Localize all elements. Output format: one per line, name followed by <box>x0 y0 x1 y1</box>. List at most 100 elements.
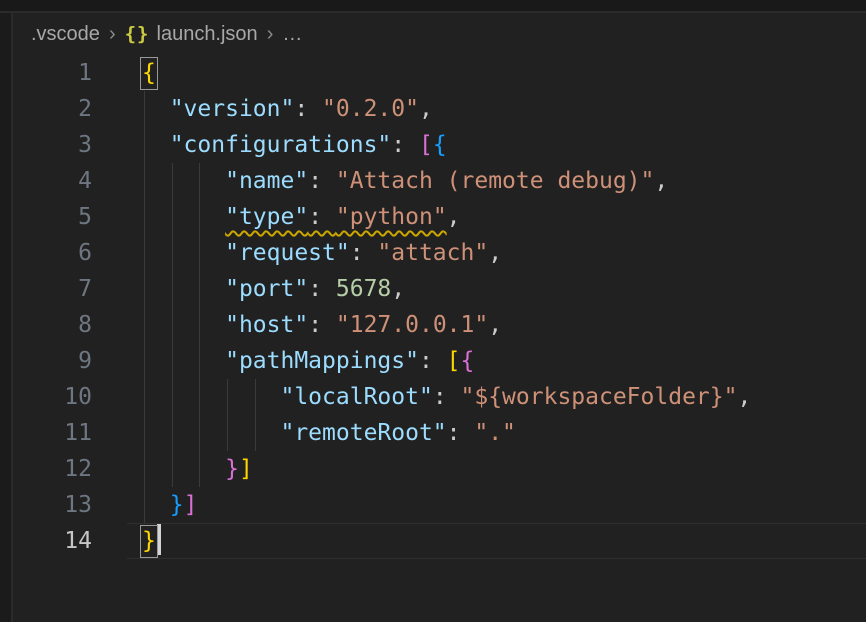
code-line[interactable]: 9 "pathMappings": [{ <box>0 343 866 379</box>
code-token: : <box>350 240 378 266</box>
code-token: : <box>419 348 447 374</box>
code-line-text: { <box>142 55 156 91</box>
code-token: : <box>391 132 419 158</box>
code-token: , <box>488 240 502 266</box>
code-token: "127.0.0.1" <box>336 312 488 338</box>
chevron-right-icon: › <box>109 23 116 45</box>
code-token: ] <box>184 492 198 518</box>
code-line[interactable]: 13 }] <box>0 487 866 523</box>
code-token: "version" <box>170 96 295 122</box>
code-line-text: "configurations": [{ <box>142 127 447 163</box>
breadcrumb-symbol[interactable]: … <box>282 23 302 45</box>
code-token: [ <box>447 348 461 374</box>
code-token: "0.2.0" <box>322 96 419 122</box>
code-line-text: "localRoot": "${workspaceFolder}", <box>142 379 751 415</box>
code-token: "port" <box>225 276 308 302</box>
code-token: { <box>433 132 447 158</box>
code-token: "host" <box>225 312 308 338</box>
code-line[interactable]: 14} <box>0 523 866 559</box>
line-number[interactable]: 10 <box>0 379 92 415</box>
code-token <box>142 240 225 266</box>
code-token: : <box>447 420 475 446</box>
code-token <box>142 492 170 518</box>
code-line-text: "host": "127.0.0.1", <box>142 307 502 343</box>
code-token <box>142 204 225 230</box>
code-token: { <box>461 348 475 374</box>
code-token: , <box>419 96 433 122</box>
json-braces-icon: {} <box>125 23 150 45</box>
code-token: ] <box>239 456 253 482</box>
code-token: [ <box>419 132 433 158</box>
code-token: , <box>654 168 668 194</box>
code-line-text: }] <box>142 451 253 487</box>
line-number[interactable]: 5 <box>0 199 92 235</box>
code-line[interactable]: 2 "version": "0.2.0", <box>0 91 866 127</box>
code-line[interactable]: 1{ <box>0 55 866 91</box>
chevron-right-icon: › <box>267 23 274 45</box>
breadcrumb: .vscode › {} launch.json › … <box>31 13 302 55</box>
code-token: : <box>308 312 336 338</box>
code-token: "remoteRoot" <box>280 420 446 446</box>
breadcrumb-file[interactable]: launch.json <box>157 23 258 45</box>
code-token: , <box>737 384 751 410</box>
code-line[interactable]: 4 "name": "Attach (remote debug)", <box>0 163 866 199</box>
code-line[interactable]: 11 "remoteRoot": "." <box>0 415 866 451</box>
code-token: "type" <box>225 204 308 230</box>
code-line[interactable]: 5 "type": "python", <box>0 199 866 235</box>
code-token <box>142 312 225 338</box>
text-cursor <box>157 524 161 555</box>
line-number[interactable]: 6 <box>0 235 92 271</box>
code-token: "request" <box>225 240 350 266</box>
code-editor[interactable]: 1{2 "version": "0.2.0",3 "configurations… <box>0 55 866 622</box>
line-number[interactable]: 14 <box>0 523 92 559</box>
code-token <box>142 456 225 482</box>
code-line-text: "pathMappings": [{ <box>142 343 474 379</box>
line-number[interactable]: 13 <box>0 487 92 523</box>
line-number[interactable]: 12 <box>0 451 92 487</box>
code-token: : <box>294 96 322 122</box>
code-line[interactable]: 3 "configurations": [{ <box>0 127 866 163</box>
code-line[interactable]: 8 "host": "127.0.0.1", <box>0 307 866 343</box>
code-line-text: } <box>142 523 161 559</box>
code-line[interactable]: 12 }] <box>0 451 866 487</box>
code-token <box>142 420 280 446</box>
code-token: "localRoot" <box>280 384 432 410</box>
line-number[interactable]: 1 <box>0 55 92 91</box>
matched-bracket: { <box>142 60 156 86</box>
code-token: , <box>391 276 405 302</box>
code-token: } <box>170 492 184 518</box>
code-token <box>142 132 170 158</box>
code-token: } <box>225 456 239 482</box>
code-token: "Attach (remote debug)" <box>336 168 655 194</box>
code-token <box>142 96 170 122</box>
line-number[interactable]: 11 <box>0 415 92 451</box>
code-token: : <box>308 168 336 194</box>
code-token <box>142 384 280 410</box>
code-token: : <box>308 204 336 230</box>
vscode-window: { "breadcrumb": { "folder": ".vscode", "… <box>0 0 866 622</box>
code-line[interactable]: 6 "request": "attach", <box>0 235 866 271</box>
code-line-text: "type": "python", <box>142 199 461 235</box>
code-token: : <box>433 384 461 410</box>
code-token: : <box>308 276 336 302</box>
code-line-text: "name": "Attach (remote debug)", <box>142 163 668 199</box>
code-token <box>142 276 225 302</box>
line-number[interactable]: 7 <box>0 271 92 307</box>
line-number[interactable]: 8 <box>0 307 92 343</box>
code-token: "configurations" <box>170 132 392 158</box>
line-number[interactable]: 2 <box>0 91 92 127</box>
line-number[interactable]: 3 <box>0 127 92 163</box>
code-line-text: "remoteRoot": "." <box>142 415 516 451</box>
line-number[interactable]: 9 <box>0 343 92 379</box>
line-number[interactable]: 4 <box>0 163 92 199</box>
code-token: 5678 <box>336 276 391 302</box>
code-line[interactable]: 7 "port": 5678, <box>0 271 866 307</box>
breadcrumb-folder[interactable]: .vscode <box>31 23 100 45</box>
code-token: "pathMappings" <box>225 348 419 374</box>
code-token: "python" <box>336 204 447 230</box>
code-line[interactable]: 10 "localRoot": "${workspaceFolder}", <box>0 379 866 415</box>
code-token: "." <box>474 420 516 446</box>
code-line-text: }] <box>142 487 197 523</box>
code-line-text: "request": "attach", <box>142 235 502 271</box>
code-token: "${workspaceFolder}" <box>461 384 738 410</box>
